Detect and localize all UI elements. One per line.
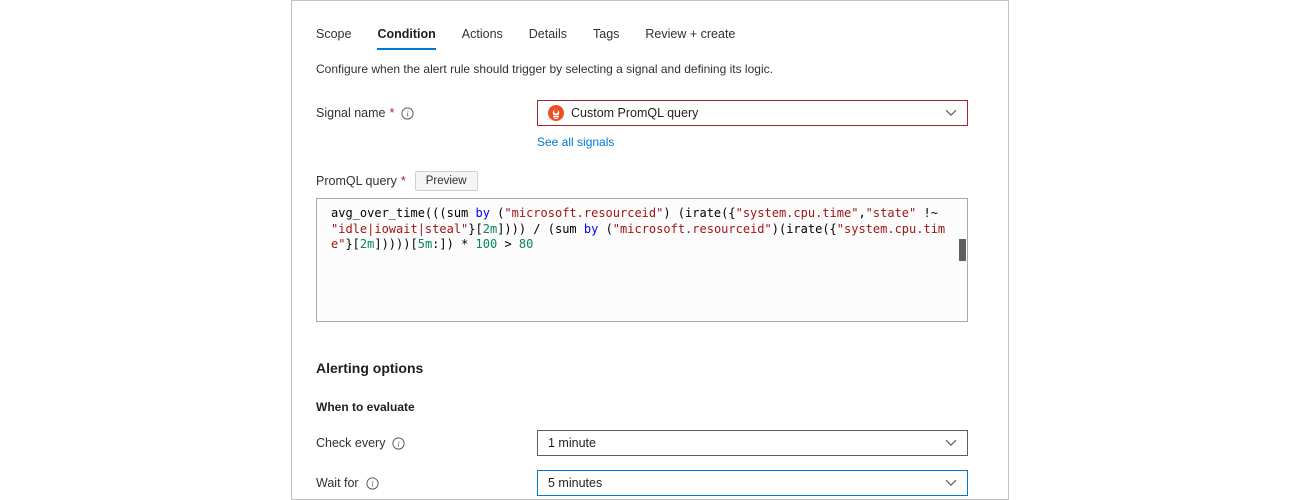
check-every-label: Check every	[316, 436, 385, 450]
required-asterisk: *	[390, 106, 395, 120]
check-every-value: 1 minute	[548, 436, 596, 450]
when-to-evaluate-heading: When to evaluate	[316, 400, 968, 414]
wait-for-select[interactable]: 5 minutes	[537, 470, 968, 496]
svg-text:i: i	[407, 108, 410, 118]
svg-text:i: i	[371, 478, 374, 488]
chevron-down-icon	[945, 479, 957, 487]
signal-name-value: Custom PromQL query	[571, 106, 698, 120]
promql-code[interactable]: avg_over_time(((sum by ("microsoft.resou…	[317, 199, 967, 260]
tab-actions[interactable]: Actions	[462, 27, 503, 50]
tab-tags[interactable]: Tags	[593, 27, 619, 50]
wait-for-field: 5 minutes	[537, 470, 968, 496]
prometheus-icon	[548, 105, 564, 121]
promql-label-row: PromQL query * Preview	[316, 171, 968, 191]
check-every-select[interactable]: 1 minute	[537, 430, 968, 456]
signal-name-select[interactable]: Custom PromQL query	[537, 100, 968, 126]
check-every-label-cell: Check every i	[316, 436, 537, 450]
see-all-signals-link[interactable]: See all signals	[537, 135, 614, 149]
promql-query-label: PromQL query	[316, 174, 397, 188]
signal-name-label-cell: Signal name * i	[316, 106, 537, 120]
see-all-signals-row: See all signals	[537, 133, 968, 151]
tab-condition[interactable]: Condition	[377, 27, 435, 50]
wait-for-label-cell: Wait for i	[316, 476, 537, 490]
check-every-field: 1 minute	[537, 430, 968, 456]
check-every-row: Check every i 1 minute	[316, 430, 968, 456]
tab-details[interactable]: Details	[529, 27, 567, 50]
scrollbar-thumb[interactable]	[959, 239, 966, 261]
info-icon[interactable]: i	[392, 437, 405, 450]
info-icon[interactable]: i	[401, 107, 414, 120]
promql-query-editor[interactable]: avg_over_time(((sum by ("microsoft.resou…	[316, 198, 968, 322]
chevron-down-icon	[945, 439, 957, 447]
preview-badge: Preview	[415, 171, 478, 191]
signal-name-label: Signal name	[316, 106, 386, 120]
tab-scope[interactable]: Scope	[316, 27, 351, 50]
info-icon[interactable]: i	[366, 477, 379, 490]
tab-bar: Scope Condition Actions Details Tags Rev…	[316, 1, 968, 50]
chevron-down-icon	[945, 109, 957, 117]
required-asterisk: *	[401, 174, 406, 188]
wait-for-row: Wait for i 5 minutes	[316, 470, 968, 496]
wait-for-label: Wait for	[316, 476, 359, 490]
wait-for-value: 5 minutes	[548, 476, 602, 490]
condition-description: Configure when the alert rule should tri…	[316, 62, 968, 76]
signal-name-field: Custom PromQL query	[537, 100, 968, 126]
alert-rule-condition-panel: Scope Condition Actions Details Tags Rev…	[291, 0, 1009, 500]
signal-name-row: Signal name * i Custom PromQL query	[316, 100, 968, 126]
svg-text:i: i	[398, 438, 401, 448]
alerting-options-heading: Alerting options	[316, 360, 968, 376]
tab-review-create[interactable]: Review + create	[645, 27, 735, 50]
